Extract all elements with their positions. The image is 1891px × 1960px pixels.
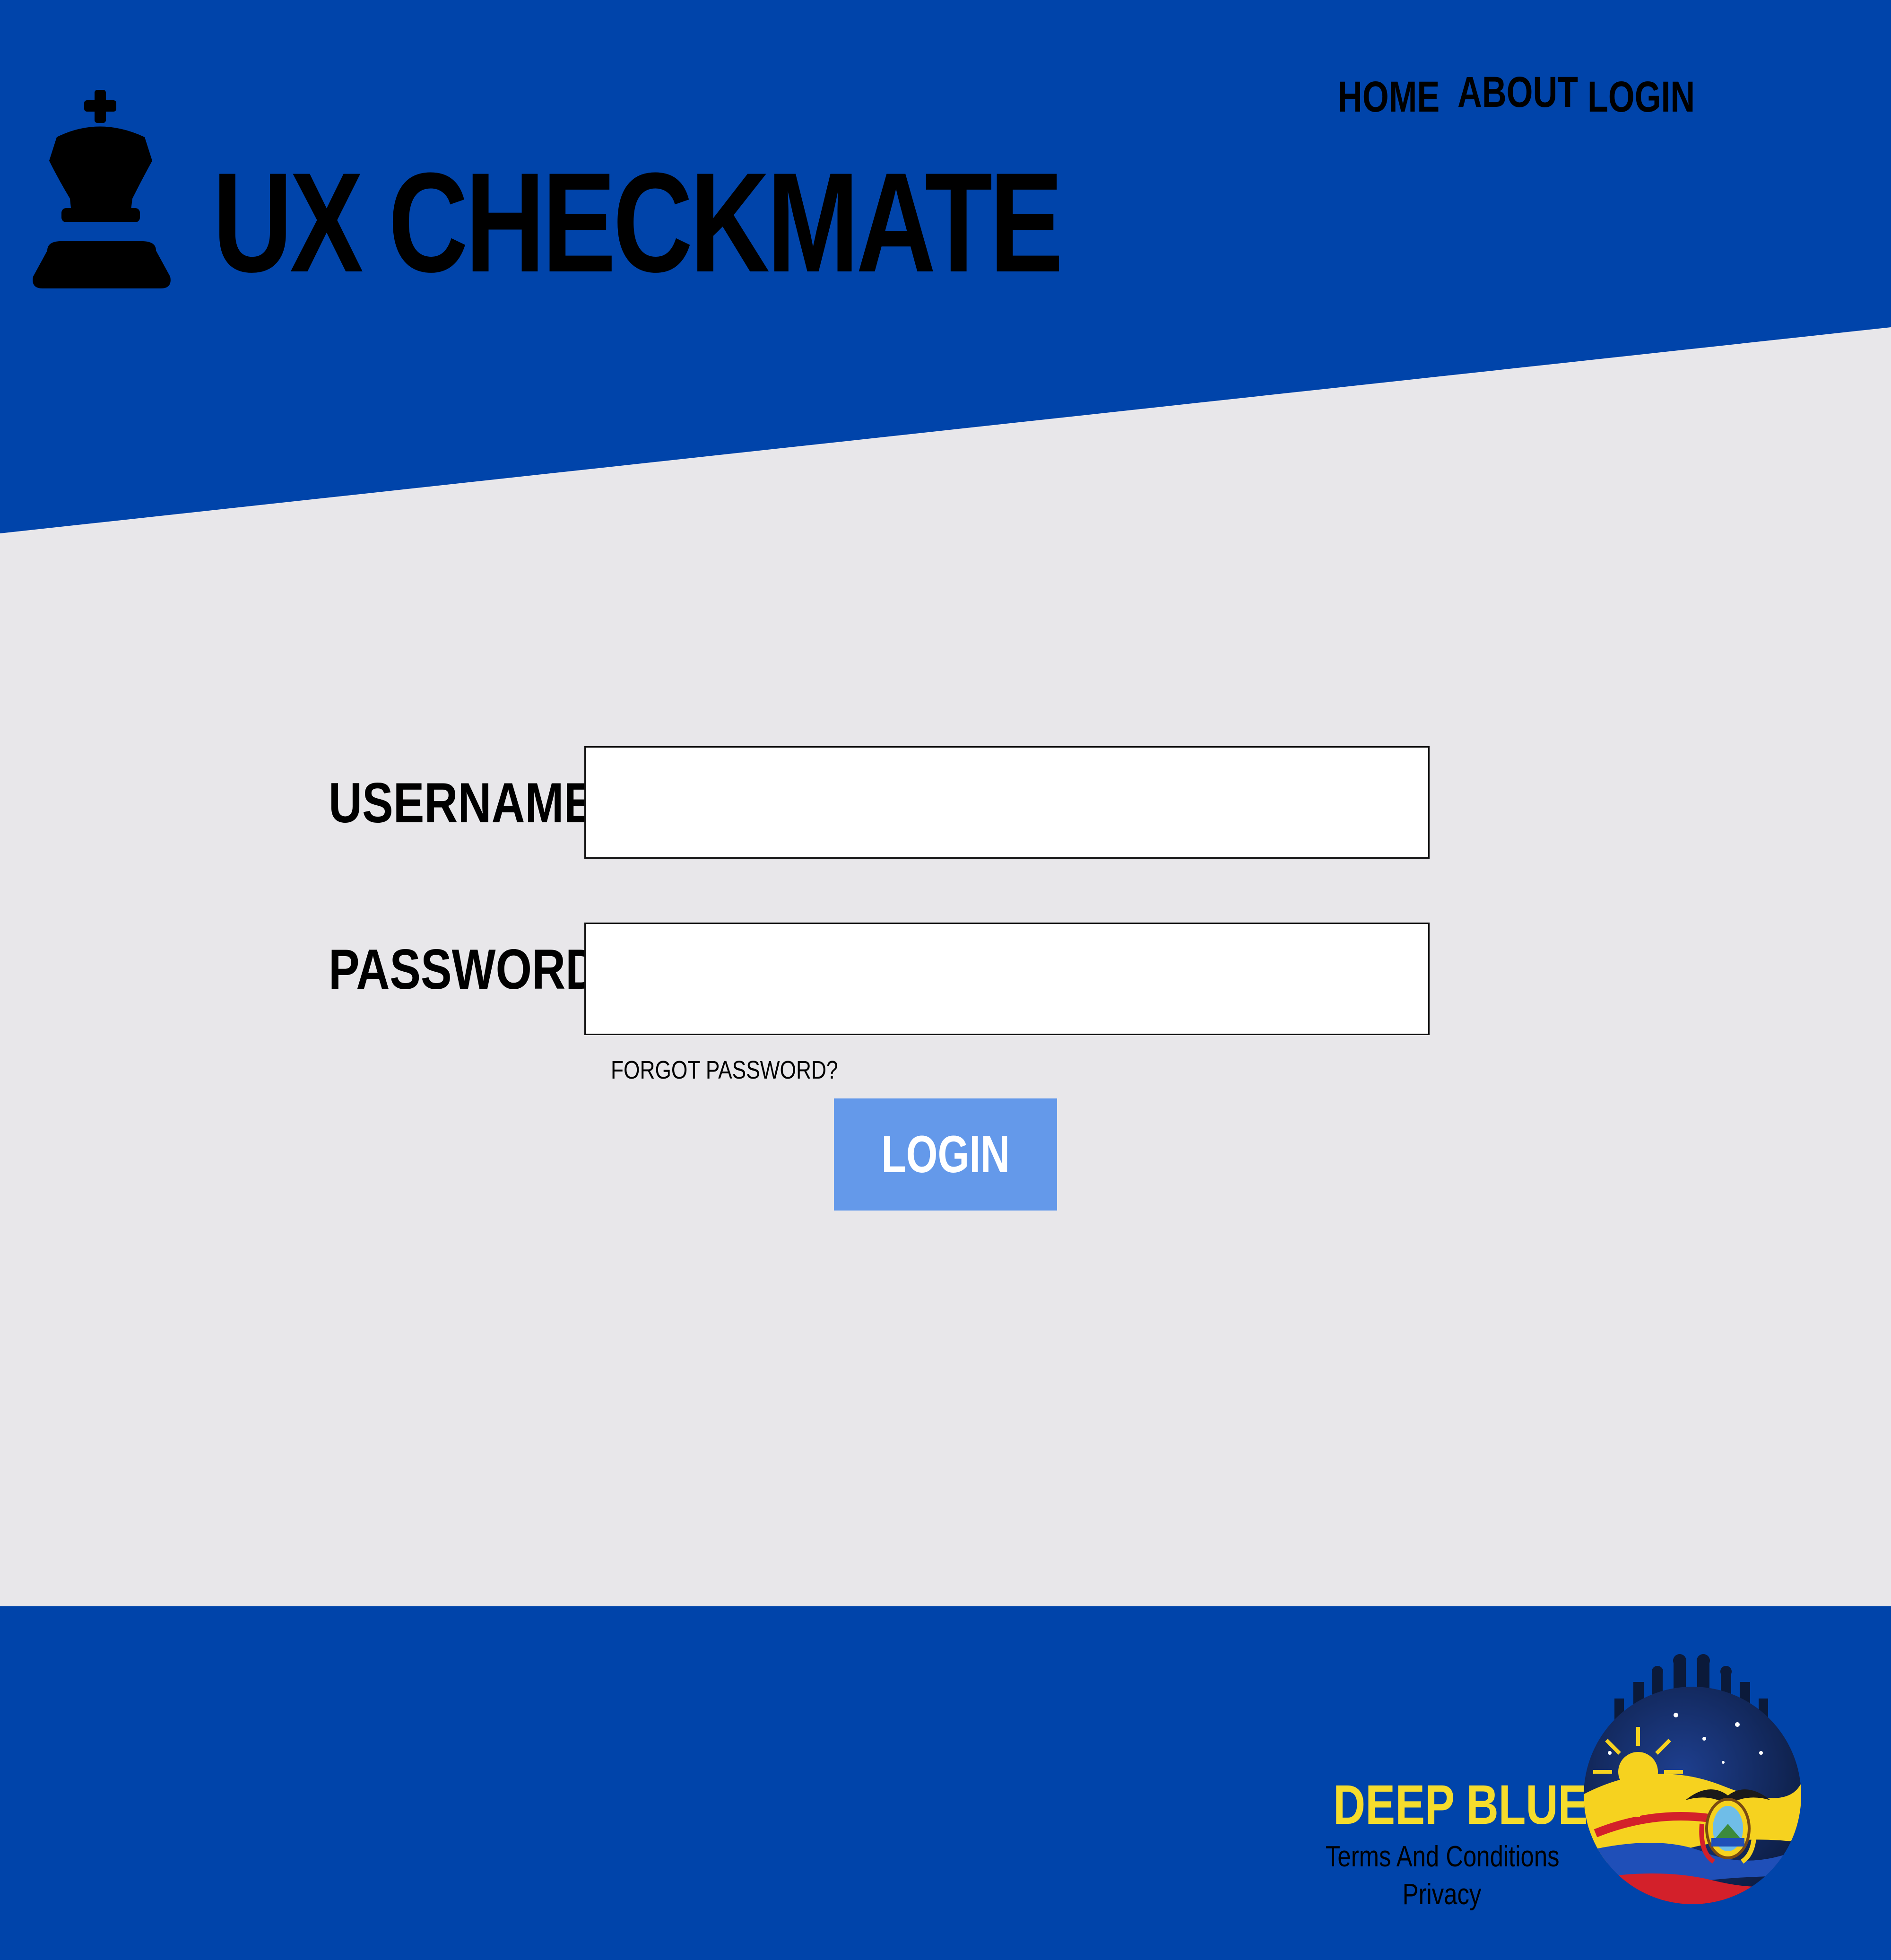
- deep-blue-emblem-icon: [1581, 1654, 1804, 1909]
- footer: DEEP BLUE Terms And Conditions Privacy: [0, 1606, 1891, 1960]
- brand-title: UX CHECKMATE: [213, 143, 1063, 302]
- password-label: PASSWORD: [329, 938, 599, 1001]
- username-label: USERNAME: [329, 771, 595, 835]
- nav-login[interactable]: LOGIN: [1587, 71, 1695, 123]
- privacy-link[interactable]: Privacy: [1326, 1876, 1558, 1914]
- forgot-password-link[interactable]: FORGOT PASSWORD?: [611, 1054, 838, 1087]
- login-button[interactable]: LOGIN: [834, 1098, 1057, 1211]
- footer-brand: DEEP BLUE: [1333, 1774, 1588, 1836]
- password-field[interactable]: [584, 923, 1430, 1035]
- nav-home[interactable]: HOME: [1338, 71, 1440, 123]
- chess-king-icon[interactable]: [28, 90, 175, 288]
- nav-about[interactable]: ABOUT: [1457, 66, 1578, 118]
- username-field[interactable]: [584, 746, 1430, 859]
- terms-link[interactable]: Terms And Conditions: [1326, 1838, 1560, 1876]
- login-button-label: LOGIN: [881, 1125, 1010, 1184]
